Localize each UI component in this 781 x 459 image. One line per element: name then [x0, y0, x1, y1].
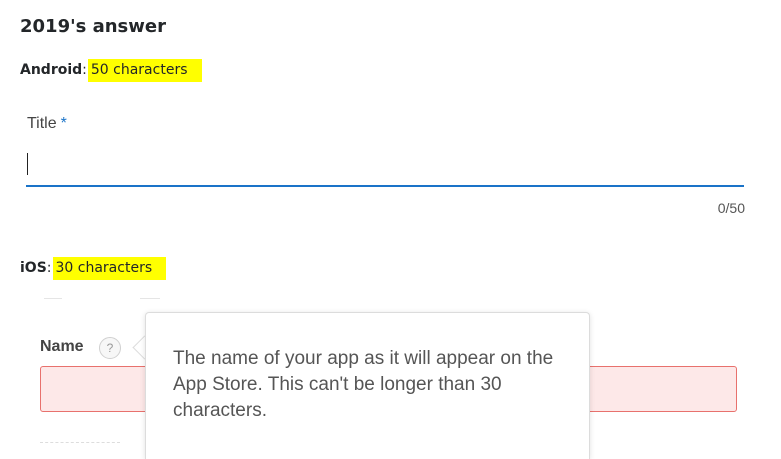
tooltip-text: The name of your app as it will appear o…: [173, 348, 554, 421]
character-counter: 0/50: [717, 200, 745, 216]
ios-colon: :: [46, 260, 52, 276]
android-limit-highlight: 50 characters: [87, 59, 202, 82]
android-colon: :: [82, 62, 87, 78]
ios-screenshot: Name ? The name of your app as it will a…: [0, 292, 781, 459]
required-marker: *: [60, 115, 67, 132]
text-caret: [27, 153, 28, 175]
ios-limit-highlight: 30 characters: [52, 257, 167, 280]
divider: [140, 298, 160, 299]
name-tooltip: The name of your app as it will appear o…: [145, 312, 590, 459]
title-label-text: Title: [27, 115, 57, 132]
divider: [40, 442, 120, 451]
title-input[interactable]: [26, 147, 744, 187]
android-line: Android: 50 characters: [20, 59, 202, 82]
ios-label: iOS: [20, 260, 47, 276]
name-field-label: Name: [40, 338, 84, 355]
ios-line: iOS: 30 characters: [20, 257, 167, 280]
answer-heading: 2019's answer: [20, 16, 166, 37]
android-screenshot: Title * 0/50: [18, 95, 763, 228]
android-label: Android: [20, 62, 83, 78]
help-icon[interactable]: ?: [99, 337, 121, 359]
divider: [44, 298, 62, 299]
title-field-label: Title *: [27, 115, 67, 133]
